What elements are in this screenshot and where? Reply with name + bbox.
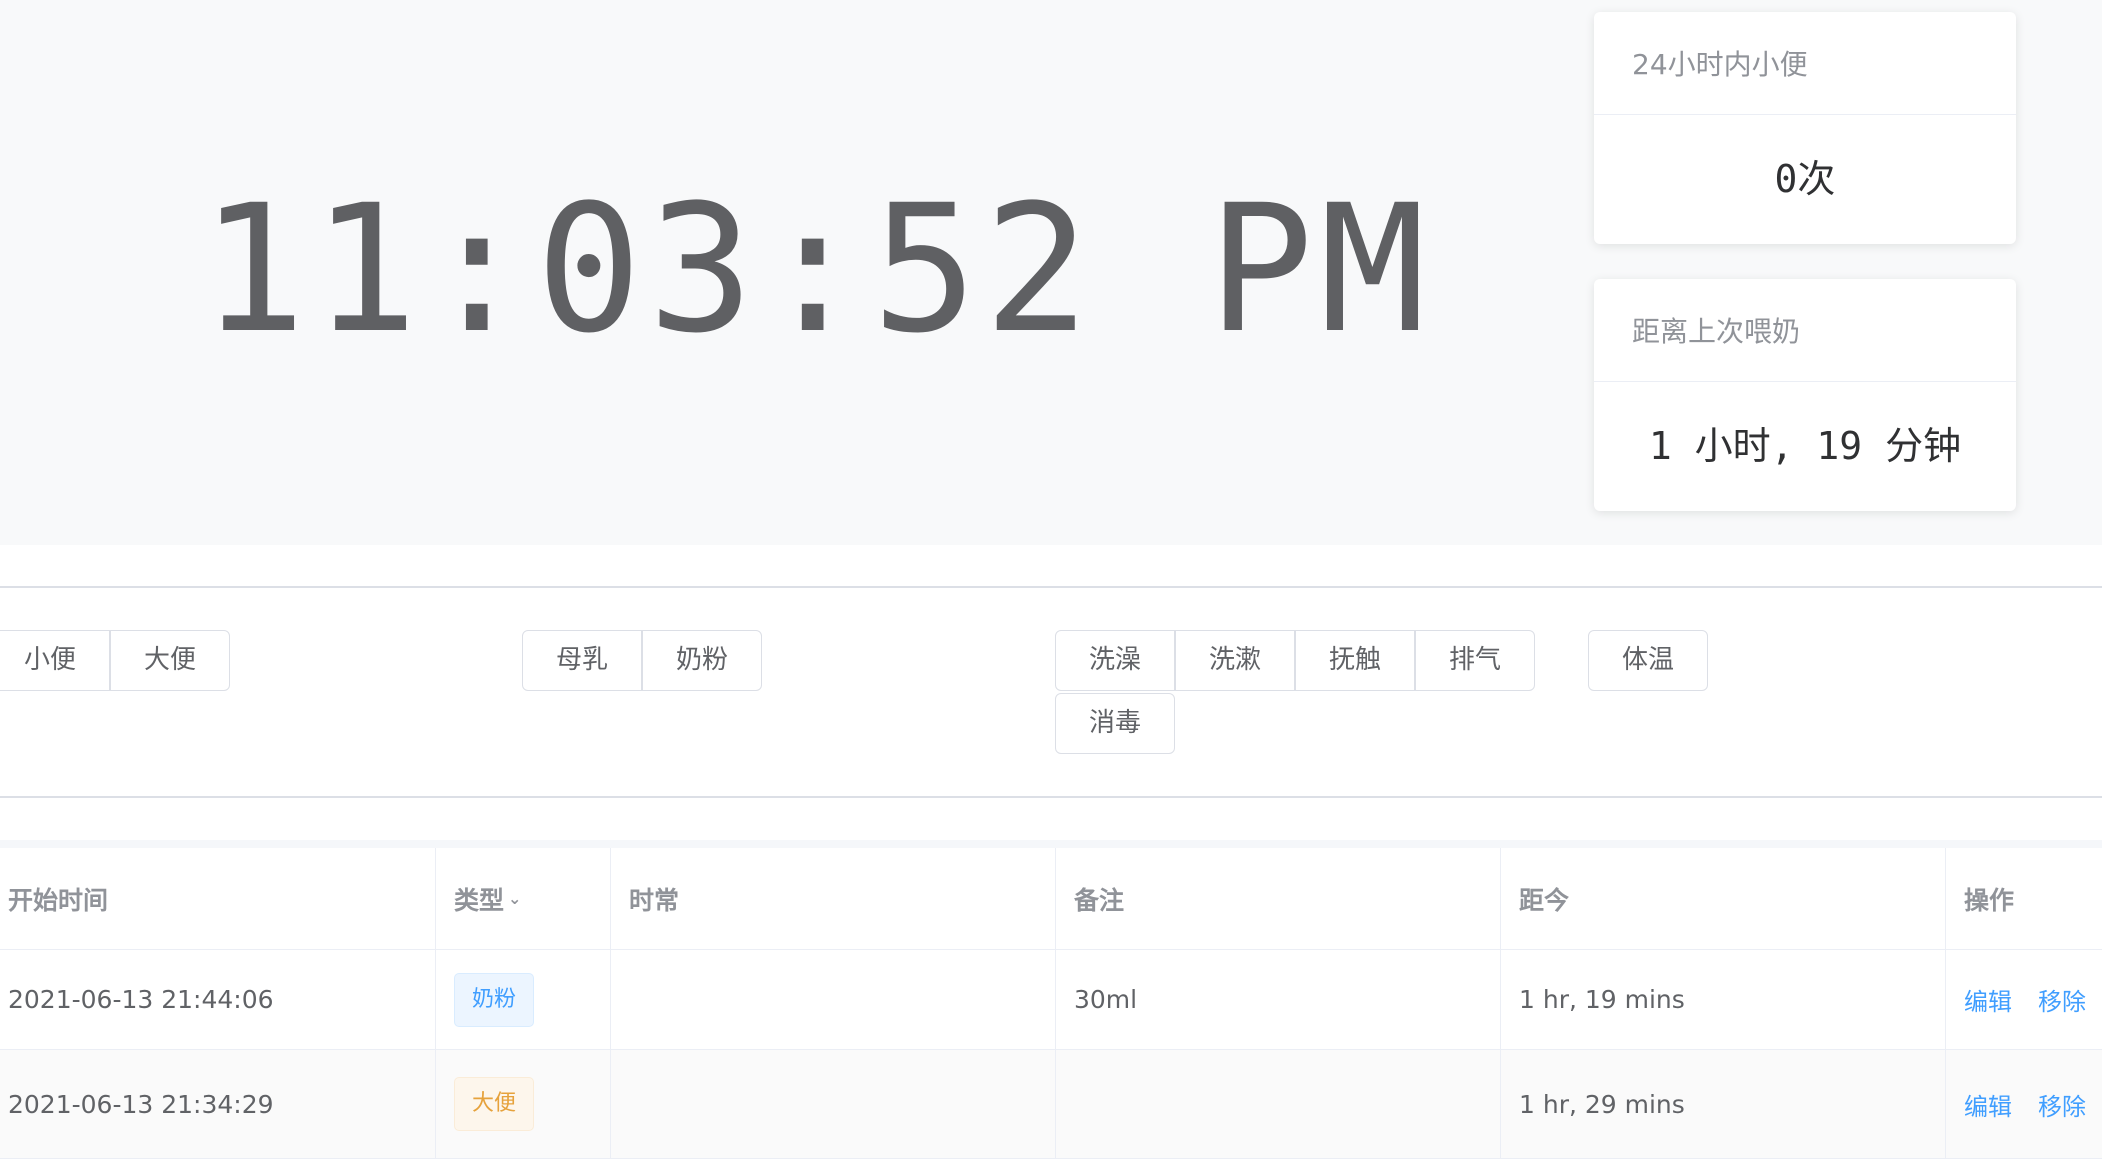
- type-tag: 大便: [454, 1077, 535, 1131]
- wash-button[interactable]: 洗漱: [1175, 630, 1295, 691]
- breast-milk-button[interactable]: 母乳: [522, 630, 642, 691]
- edit-link[interactable]: 编辑: [1964, 982, 2012, 1017]
- note-cell: [1055, 1050, 1500, 1158]
- header-note: 备注: [1055, 848, 1500, 949]
- header-type[interactable]: 类型 ⌄: [435, 848, 610, 949]
- divider: [0, 796, 2102, 798]
- burp-button[interactable]: 排气: [1415, 630, 1535, 691]
- remove-link[interactable]: 移除: [2038, 982, 2086, 1017]
- actions-cell: 编辑 移除: [1945, 950, 2102, 1049]
- duration-cell: [610, 1050, 1055, 1158]
- edit-link[interactable]: 编辑: [1964, 1087, 2012, 1122]
- type-cell: 奶粉: [435, 950, 610, 1049]
- type-cell: 大便: [435, 1050, 610, 1158]
- remove-link[interactable]: 移除: [2038, 1087, 2086, 1122]
- card-title: 24小时内小便: [1594, 12, 2016, 115]
- divider: [0, 586, 2102, 588]
- card-value: 0次: [1774, 157, 1836, 201]
- temperature-button[interactable]: 体温: [1588, 630, 1708, 691]
- urination-button[interactable]: 小便: [0, 630, 110, 691]
- table-row: 2021-06-13 21:44:06 奶粉 30ml 1 hr, 19 min…: [0, 950, 2102, 1050]
- massage-button[interactable]: 抚触: [1295, 630, 1415, 691]
- duration-cell: [610, 950, 1055, 1049]
- card-title: 距离上次喂奶: [1594, 279, 2016, 382]
- header-type-label: 类型: [454, 885, 505, 915]
- start-time-cell: 2021-06-13 21:44:06: [8, 985, 274, 1014]
- urination-count-card: 24小时内小便 0次: [1594, 12, 2016, 244]
- formula-button[interactable]: 奶粉: [642, 630, 762, 691]
- header-start-time: 开始时间: [8, 885, 109, 915]
- disinfect-button[interactable]: 消毒: [1055, 693, 1175, 754]
- chevron-down-icon[interactable]: ⌄: [508, 889, 521, 908]
- header-actions: 操作: [1945, 848, 2102, 949]
- header-duration: 时常: [610, 848, 1055, 949]
- table-row: 2021-06-13 21:34:29 大便 1 hr, 29 mins 编辑 …: [0, 1050, 2102, 1159]
- type-tag: 奶粉: [454, 972, 535, 1027]
- defecation-button[interactable]: 大便: [110, 630, 230, 691]
- card-value: 1 小时, 19 分钟: [1648, 424, 1962, 468]
- clock-display: 11:03:52 PM: [200, 167, 1432, 372]
- table-header: 开始时间 类型 ⌄ 时常 备注 距今 操作: [0, 848, 2102, 950]
- last-feeding-card: 距离上次喂奶 1 小时, 19 分钟: [1594, 279, 2016, 511]
- ago-cell: 1 hr, 19 mins: [1500, 950, 1945, 1049]
- bath-button[interactable]: 洗澡: [1055, 630, 1175, 691]
- records-table: 开始时间 类型 ⌄ 时常 备注 距今 操作 2021-06-13 21:44:0…: [0, 840, 2102, 1159]
- note-cell: 30ml: [1055, 950, 1500, 1049]
- top-panel: 11:03:52 PM 24小时内小便 0次 距离上次喂奶 1 小时, 19 分…: [0, 0, 2102, 545]
- ago-cell: 1 hr, 29 mins: [1500, 1050, 1945, 1158]
- actions-cell: 编辑 移除: [1945, 1050, 2102, 1158]
- start-time-cell: 2021-06-13 21:34:29: [8, 1089, 274, 1119]
- header-ago: 距今: [1500, 848, 1945, 949]
